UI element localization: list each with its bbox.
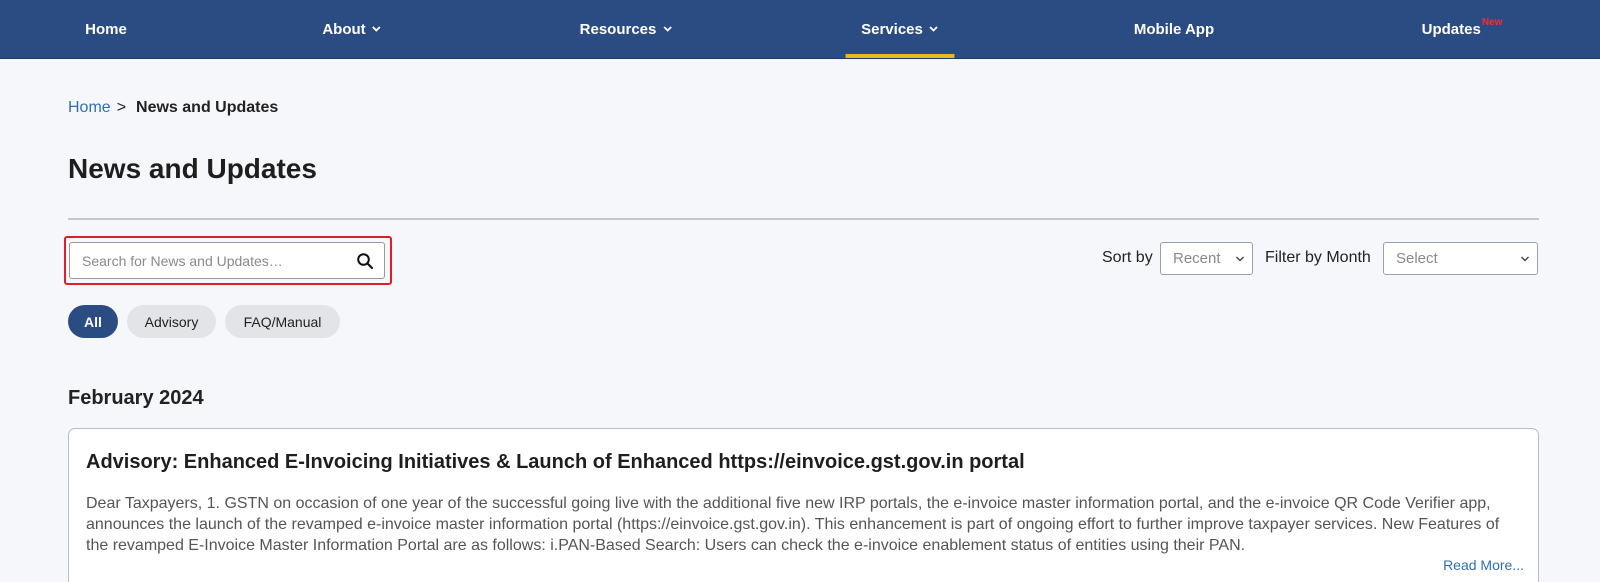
nav-resources-label: Resources: [579, 20, 657, 38]
sort-by-label: Sort by: [1102, 249, 1153, 266]
filter-select-value: Select: [1396, 250, 1438, 267]
nav-about-label: About: [322, 20, 366, 38]
breadcrumb-separator: >: [116, 99, 127, 116]
chevron-down-icon: [1236, 256, 1244, 262]
read-more-link[interactable]: Read More...: [1443, 557, 1524, 573]
category-pill-label: All: [84, 313, 102, 330]
nav-about[interactable]: About: [322, 0, 381, 58]
nav-services[interactable]: Services: [845, 0, 955, 58]
search-input[interactable]: [70, 243, 340, 278]
header-divider: [68, 218, 1539, 220]
category-pill-label: FAQ/Manual: [243, 313, 322, 330]
breadcrumb: Home > News and Updates: [68, 99, 278, 117]
breadcrumb-current: News and Updates: [136, 99, 279, 116]
chevron-down-icon: [1521, 256, 1529, 262]
nav-mobile-app-label: Mobile App: [1133, 20, 1215, 38]
month-group-heading: February 2024: [68, 387, 204, 409]
breadcrumb-home-link[interactable]: Home: [68, 99, 111, 117]
category-pill-faq-manual[interactable]: FAQ/Manual: [225, 305, 340, 338]
new-badge: New: [1481, 16, 1503, 28]
chevron-down-icon: [372, 26, 381, 32]
category-pill-advisory[interactable]: Advisory: [127, 305, 216, 338]
nav-services-label: Services: [861, 20, 923, 38]
chevron-down-icon: [663, 26, 672, 32]
category-pill-label: Advisory: [144, 313, 199, 330]
nav-home[interactable]: Home: [85, 0, 127, 58]
page-title: News and Updates: [68, 153, 317, 184]
nav-updates-label: Updates: [1421, 20, 1481, 38]
nav-resources[interactable]: Resources: [580, 0, 673, 58]
nav-mobile-app[interactable]: Mobile App: [1134, 0, 1214, 58]
sort-select-value: Recent: [1173, 250, 1221, 267]
filter-month-select[interactable]: Select: [1383, 242, 1538, 275]
search-icon[interactable]: [356, 252, 374, 270]
nav-home-label: Home: [85, 20, 127, 38]
news-card: Advisory: Enhanced E-Invoicing Initiativ…: [68, 428, 1539, 582]
sort-select[interactable]: Recent: [1160, 242, 1253, 275]
category-pill-all[interactable]: All: [68, 305, 118, 338]
search-box: [69, 242, 385, 279]
news-title[interactable]: Advisory: Enhanced E-Invoicing Initiativ…: [86, 451, 1025, 474]
nav-updates[interactable]: Updates New: [1422, 0, 1503, 58]
top-navbar: Home About Resources Services Mobile App…: [0, 0, 1600, 59]
chevron-down-icon: [929, 26, 938, 32]
filter-by-month-label: Filter by Month: [1265, 249, 1371, 266]
news-summary: Dear Taxpayers, 1. GSTN on occasion of o…: [86, 495, 1500, 554]
